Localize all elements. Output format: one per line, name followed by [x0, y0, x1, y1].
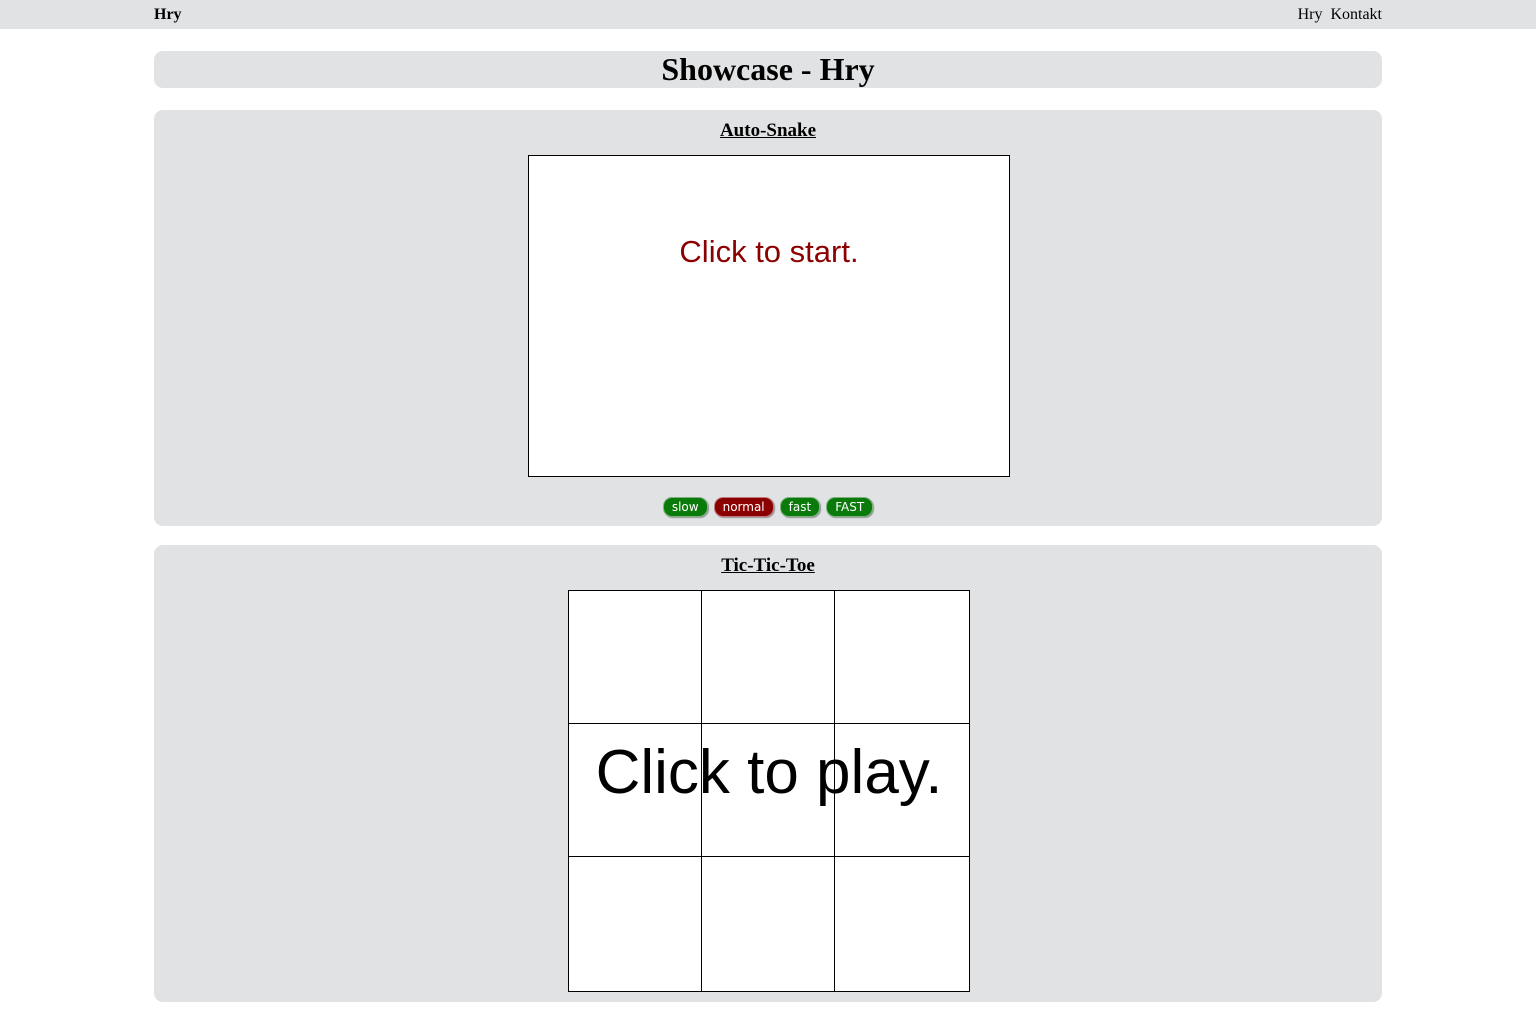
snake-game-canvas[interactable]: Click to start. [528, 155, 1010, 477]
ttt-cell-1-1[interactable] [569, 591, 702, 724]
ttt-cell-2-2[interactable] [702, 724, 835, 857]
ttt-cell-1-3[interactable] [835, 591, 969, 724]
nav-menu: Hry Kontakt [1294, 6, 1382, 24]
snake-panel: Auto-Snake Click to start. slow normal f… [154, 110, 1382, 526]
speed-slow-button[interactable]: slow [662, 497, 708, 517]
ttt-cell-2-1[interactable] [569, 724, 702, 857]
nav-item-hry[interactable]: Hry [1298, 6, 1323, 23]
brand-link[interactable]: Hry [154, 6, 182, 24]
ttt-cell-2-3[interactable] [835, 724, 969, 857]
top-navbar: Hry Hry Kontakt [0, 0, 1536, 29]
speed-fast-max-button[interactable]: FAST [826, 497, 874, 517]
snake-heading: Auto-Snake [154, 120, 1382, 142]
speed-normal-button[interactable]: normal [713, 497, 774, 517]
tictactoe-panel: Tic-Tic-Toe Click to play. [154, 545, 1382, 1002]
speed-button-group: slow normal fast FAST [154, 497, 1382, 517]
nav-item-kontakt[interactable]: Kontakt [1330, 6, 1382, 23]
page-title-box: Showcase - Hry [154, 51, 1382, 88]
snake-heading-link[interactable]: Auto-Snake [720, 120, 816, 141]
ttt-cell-3-2[interactable] [702, 857, 835, 991]
ttt-cell-1-2[interactable] [702, 591, 835, 724]
speed-fast-button[interactable]: fast [779, 497, 821, 517]
tictactoe-heading-link[interactable]: Tic-Tic-Toe [721, 555, 815, 576]
page-title: Showcase - Hry [661, 51, 875, 87]
tictactoe-heading: Tic-Tic-Toe [154, 555, 1382, 577]
ttt-cell-3-3[interactable] [835, 857, 969, 991]
tictactoe-board[interactable]: Click to play. [568, 590, 970, 992]
ttt-cell-3-1[interactable] [569, 857, 702, 991]
snake-start-message: Click to start. [679, 234, 859, 269]
